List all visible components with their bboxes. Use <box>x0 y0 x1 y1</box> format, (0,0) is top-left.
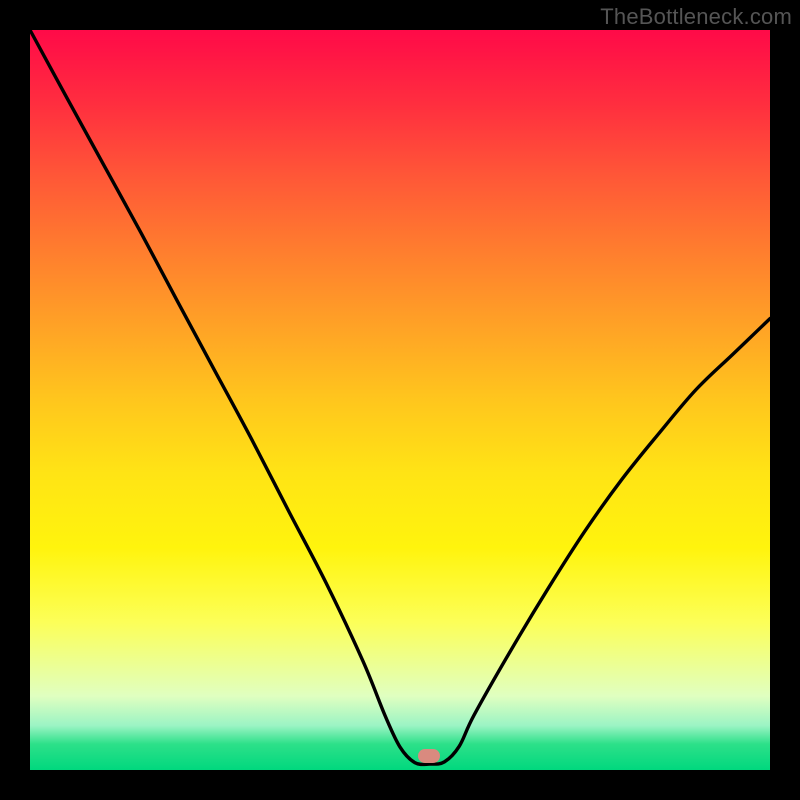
chart-frame: TheBottleneck.com <box>0 0 800 800</box>
optimal-point-marker <box>418 749 440 763</box>
bottleneck-curve <box>30 30 770 770</box>
chart-plot-area <box>30 30 770 770</box>
watermark-text: TheBottleneck.com <box>600 4 792 30</box>
